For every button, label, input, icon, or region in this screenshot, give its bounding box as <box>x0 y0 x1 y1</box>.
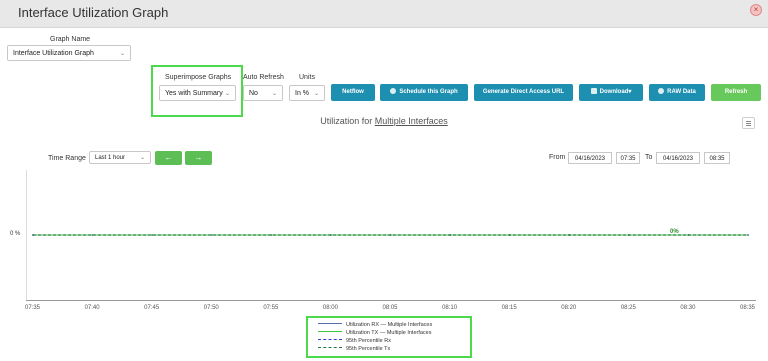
to-time-input[interactable]: 08:35 <box>704 152 730 164</box>
graph-name-label: Graph Name <box>50 36 91 43</box>
superimpose-label: Superimpose Graphs <box>165 74 232 81</box>
from-date-input[interactable]: 04/16/2023 <box>568 152 612 164</box>
time-range-label: Time Range <box>48 155 86 162</box>
arrow-left-icon: ← <box>164 153 173 162</box>
data-point <box>270 234 273 236</box>
x-tick-label: 08:05 <box>382 305 398 311</box>
x-axis <box>26 300 756 301</box>
netflow-label: Netflow <box>342 89 364 95</box>
superimpose-value: Yes with Summary <box>165 90 223 97</box>
from-time-input[interactable]: 07:35 <box>616 152 640 164</box>
data-point <box>508 234 511 236</box>
data-point <box>747 234 749 236</box>
clock-icon <box>390 88 397 95</box>
data-point <box>210 234 213 236</box>
download-label: Download <box>599 89 629 95</box>
refresh-button[interactable]: Refresh <box>711 84 761 101</box>
legend-label: 95th Percentile Tx <box>346 346 391 352</box>
legend-item[interactable]: Utilization TX — Multiple Interfaces <box>318 330 432 336</box>
x-tick-label: 08:15 <box>501 305 517 311</box>
x-tick-label: 08:30 <box>680 305 696 311</box>
time-range-value: Last 1 hour <box>95 155 126 161</box>
raw-data-button[interactable]: RAW Data <box>649 84 705 101</box>
next-range-button[interactable]: → <box>185 151 212 165</box>
chevron-down-icon: ⌄ <box>271 91 277 97</box>
x-tick-label: 08:35 <box>740 305 756 311</box>
download-button[interactable]: Download▾ <box>579 84 643 101</box>
document-icon <box>590 88 597 95</box>
window-title: Interface Utilization Graph <box>18 5 169 20</box>
legend-label: 95th Percentile Rx <box>346 338 391 344</box>
auto-refresh-label: Auto Refresh <box>243 74 284 81</box>
y-tick-label: 0 % <box>10 231 21 237</box>
y-axis <box>26 170 27 300</box>
x-tick-label: 08:25 <box>620 305 636 311</box>
legend-item[interactable]: 95th Percentile Tx <box>318 346 390 352</box>
x-tick-label: 07:55 <box>263 305 279 311</box>
hamburger-menu-icon[interactable] <box>742 117 755 129</box>
units-select[interactable]: In % ⌄ <box>289 85 325 101</box>
legend-label: Utilization TX — Multiple Interfaces <box>346 330 432 336</box>
raw-data-label: RAW Data <box>667 89 696 95</box>
to-label: To <box>645 154 653 161</box>
units-value: In % <box>295 90 310 97</box>
netflow-button[interactable]: Netflow <box>331 84 375 101</box>
x-tick-label: 08:10 <box>442 305 458 311</box>
chevron-down-icon: ⌄ <box>224 91 230 97</box>
units-label: Units <box>299 74 315 81</box>
data-point <box>91 234 94 236</box>
x-tick-label: 08:00 <box>322 305 338 311</box>
superimpose-select[interactable]: Yes with Summary ⌄ <box>159 85 236 101</box>
to-date-input[interactable]: 04/16/2023 <box>656 152 700 164</box>
chevron-down-icon: ⌄ <box>139 155 145 161</box>
chevron-down-icon: ⌄ <box>119 51 125 57</box>
direct-url-label: Generate Direct Access URL <box>482 89 565 95</box>
graph-name-value: Interface Utilization Graph <box>13 50 94 57</box>
x-tick-label: 07:50 <box>203 305 219 311</box>
graph-title-prefix: Utilization for <box>320 116 375 126</box>
data-point <box>32 234 34 236</box>
data-point <box>687 234 690 236</box>
auto-refresh-select[interactable]: No ⌄ <box>243 85 283 101</box>
data-point <box>151 234 154 236</box>
data-point <box>627 234 630 236</box>
x-tick-label: 07:35 <box>25 305 41 311</box>
data-point <box>329 234 332 236</box>
legend-item[interactable]: 95th Percentile Rx <box>318 338 391 344</box>
auto-refresh-value: No <box>249 90 258 97</box>
refresh-icon <box>658 88 665 95</box>
legend-item[interactable]: Utilization RX — Multiple Interfaces <box>318 322 432 328</box>
peak-annotation: 0% <box>670 229 679 235</box>
x-tick-label: 07:40 <box>84 305 100 311</box>
graph-title-link[interactable]: Multiple Interfaces <box>375 116 448 126</box>
close-icon[interactable]: × <box>750 4 762 16</box>
data-point <box>449 234 452 236</box>
x-tick-label: 07:45 <box>144 305 160 311</box>
prev-range-button[interactable]: ← <box>155 151 182 165</box>
graph-name-select[interactable]: Interface Utilization Graph ⌄ <box>7 45 131 61</box>
schedule-graph-button[interactable]: Schedule this Graph <box>380 84 468 101</box>
x-tick-label: 08:20 <box>561 305 577 311</box>
arrow-right-icon: → <box>194 153 203 162</box>
from-label: From <box>549 154 566 161</box>
legend-label: Utilization RX — Multiple Interfaces <box>346 322 433 328</box>
window-titlebar: Interface Utilization Graph × <box>0 0 768 28</box>
graph-title: Utilization for Multiple Interfaces <box>0 116 768 126</box>
direct-url-button[interactable]: Generate Direct Access URL <box>474 84 573 101</box>
data-point <box>389 234 392 236</box>
chevron-down-icon: ⌄ <box>313 91 319 97</box>
schedule-label: Schedule this Graph <box>399 89 458 95</box>
chart-legend: Utilization RX — Multiple Interfaces Uti… <box>306 316 472 358</box>
time-range-select[interactable]: Last 1 hour ⌄ <box>89 151 151 164</box>
data-point <box>568 234 571 236</box>
refresh-label: Refresh <box>724 89 748 95</box>
